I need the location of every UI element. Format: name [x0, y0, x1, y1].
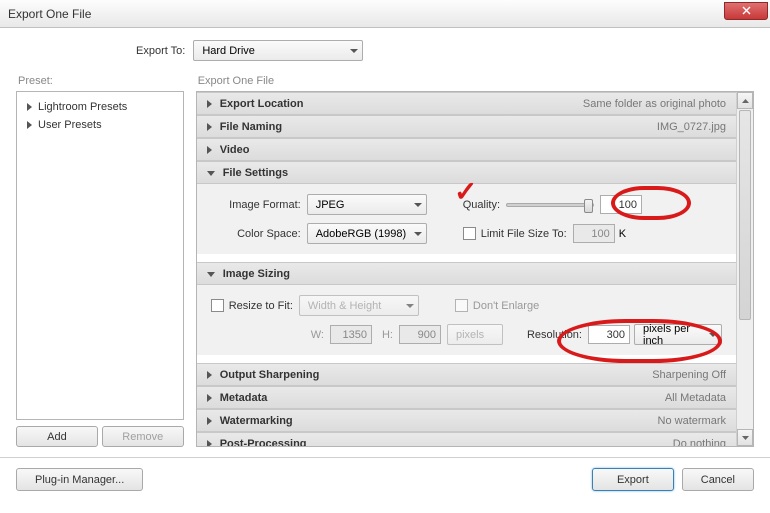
plugin-manager-button[interactable]: Plug-in Manager...	[16, 468, 143, 491]
close-icon	[742, 6, 751, 15]
size-unit-combo[interactable]: pixels	[447, 324, 503, 345]
triangle-right-icon	[27, 121, 32, 129]
add-button[interactable]: Add	[16, 426, 98, 447]
scroll-down-button[interactable]	[737, 429, 753, 446]
triangle-down-icon	[207, 272, 215, 277]
remove-button[interactable]: Remove	[102, 426, 184, 447]
section-output-sharpening[interactable]: Output Sharpening Sharpening Off	[197, 363, 736, 386]
resize-mode-combo[interactable]: Width & Height	[299, 295, 419, 316]
resize-to-fit-label: Resize to Fit:	[229, 300, 293, 312]
limit-file-size-label: Limit File Size To:	[481, 228, 567, 240]
height-input[interactable]	[399, 325, 441, 344]
settings-panel: Export Location Same folder as original …	[196, 91, 754, 447]
image-format-combo[interactable]: JPEG	[307, 194, 427, 215]
resolution-input[interactable]	[588, 325, 630, 344]
footer: Plug-in Manager... Export Cancel	[0, 457, 770, 501]
export-location-summary: Same folder as original photo	[583, 98, 726, 110]
section-metadata[interactable]: Metadata All Metadata	[197, 386, 736, 409]
triangle-right-icon	[207, 123, 212, 131]
quality-input[interactable]	[600, 195, 642, 214]
quality-slider[interactable]	[506, 203, 594, 207]
section-file-settings[interactable]: File Settings	[197, 161, 736, 184]
triangle-right-icon	[207, 371, 212, 379]
width-input[interactable]	[330, 325, 372, 344]
chevron-down-icon	[350, 49, 358, 53]
scrollbar[interactable]	[736, 92, 753, 446]
triangle-down-icon	[207, 171, 215, 176]
preset-item-lightroom[interactable]: Lightroom Presets	[21, 98, 179, 116]
color-space-label: Color Space:	[211, 228, 301, 240]
resolution-unit-combo[interactable]: pixels per inch	[634, 324, 722, 345]
resize-to-fit-checkbox[interactable]	[211, 299, 224, 312]
dont-enlarge-checkbox[interactable]	[455, 299, 468, 312]
limit-file-size-input[interactable]	[573, 224, 615, 243]
dont-enlarge-label: Don't Enlarge	[473, 300, 539, 312]
chevron-down-icon	[709, 333, 717, 337]
triangle-right-icon	[207, 417, 212, 425]
quality-label: Quality:	[463, 199, 500, 211]
preset-item-user[interactable]: User Presets	[21, 116, 179, 134]
triangle-right-icon	[27, 103, 32, 111]
section-image-sizing[interactable]: Image Sizing	[197, 262, 736, 285]
cancel-button[interactable]: Cancel	[682, 468, 754, 491]
color-space-combo[interactable]: AdobeRGB (1998)	[307, 223, 427, 244]
image-format-label: Image Format:	[211, 199, 301, 211]
file-naming-summary: IMG_0727.jpg	[657, 121, 726, 133]
triangle-right-icon	[207, 440, 212, 447]
slider-thumb[interactable]	[584, 199, 593, 213]
resolution-label: Resolution:	[527, 329, 582, 341]
height-label: H:	[382, 329, 393, 341]
triangle-right-icon	[207, 394, 212, 402]
section-post-processing[interactable]: Post-Processing Do nothing	[197, 432, 736, 446]
scroll-up-button[interactable]	[737, 92, 753, 109]
limit-file-size-checkbox[interactable]	[463, 227, 476, 240]
chevron-down-icon	[406, 304, 414, 308]
file-settings-body: Image Format: JPEG Quality: Color Spac	[197, 184, 736, 254]
titlebar: Export One File	[0, 0, 770, 28]
section-file-naming[interactable]: File Naming IMG_0727.jpg	[197, 115, 736, 138]
triangle-right-icon	[207, 146, 212, 154]
right-header: Export One File	[196, 75, 754, 87]
width-label: W:	[311, 329, 324, 341]
triangle-right-icon	[207, 100, 212, 108]
image-sizing-body: Resize to Fit: Width & Height Don't Enla…	[197, 285, 736, 355]
close-button[interactable]	[724, 2, 768, 20]
export-to-label: Export To:	[136, 45, 185, 57]
scrollbar-thumb[interactable]	[739, 110, 751, 320]
chevron-up-icon	[742, 99, 749, 103]
section-video[interactable]: Video	[197, 138, 736, 161]
export-button[interactable]: Export	[592, 468, 674, 491]
export-to-value: Hard Drive	[202, 45, 255, 57]
section-watermarking[interactable]: Watermarking No watermark	[197, 409, 736, 432]
window-title: Export One File	[8, 7, 724, 21]
chevron-down-icon	[414, 232, 422, 236]
export-to-combo[interactable]: Hard Drive	[193, 40, 363, 61]
preset-list[interactable]: Lightroom Presets User Presets	[16, 91, 184, 420]
chevron-down-icon	[414, 203, 422, 207]
preset-label: Preset:	[16, 75, 184, 87]
chevron-down-icon	[742, 436, 749, 440]
section-export-location[interactable]: Export Location Same folder as original …	[197, 92, 736, 115]
limit-file-size-unit: K	[619, 228, 626, 240]
